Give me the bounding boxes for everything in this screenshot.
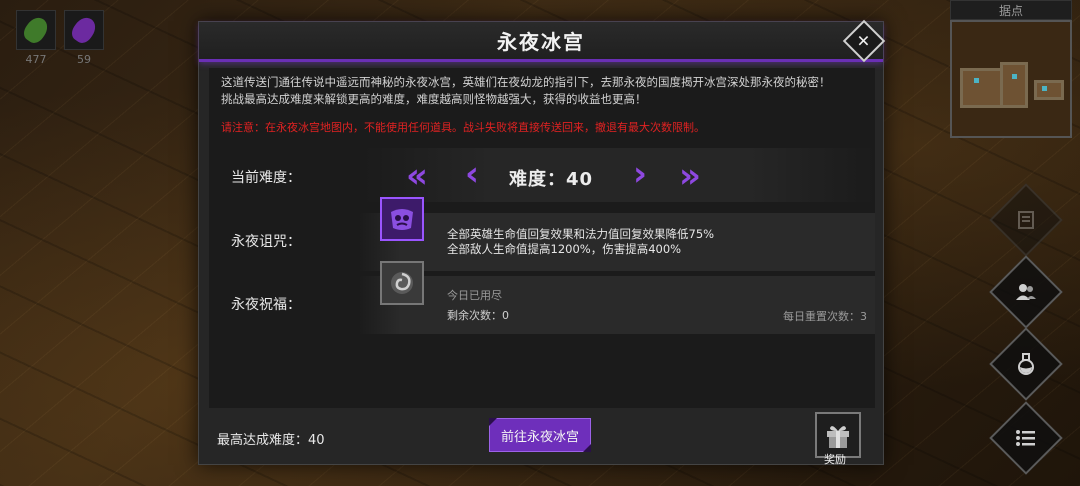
difficulty-last-button[interactable]: » — [679, 156, 701, 196]
warning-text: 请注意：在永夜冰宫地图内，不能使用任何道具。战斗失败将直接传送回来，撤退有最大次… — [221, 121, 705, 134]
close-icon: ✕ — [857, 31, 871, 51]
purple-feather-icon — [64, 10, 104, 50]
minimap-title: 据点 — [950, 0, 1072, 20]
curse-skull-icon[interactable] — [380, 197, 424, 241]
description-line: 挑战最高达成难度来解锁更高的难度，难度越高则怪物越强大，获得的收益也更高！ — [221, 92, 647, 106]
blessing-status: 今日已用尽 — [447, 289, 502, 302]
minimap-panel[interactable]: 据点 — [950, 0, 1072, 138]
gift-icon — [827, 426, 849, 448]
description-line: 这道传送门通往传说中遥远而神秘的永夜冰宫，英雄们在夜幼龙的指引下，去那永夜的国度… — [221, 75, 831, 89]
scroll-icon — [1018, 211, 1034, 229]
difficulty-selector — [363, 148, 875, 202]
resource-slot-purple[interactable]: 59 — [62, 10, 106, 66]
blessing-remaining: 剩余次数：0 — [447, 309, 509, 322]
potion-icon — [1018, 353, 1034, 375]
difficulty-label: 当前难度： — [231, 170, 301, 186]
highest-difficulty-label: 最高达成难度：40 — [217, 433, 325, 448]
dialog-body: 这道传送门通往传说中遥远而神秘的永夜冰宫，英雄们在夜幼龙的指引下，去那永夜的国度… — [209, 68, 875, 408]
difficulty-next-button[interactable]: › — [633, 154, 647, 194]
curse-effects: 全部英雄生命值回复效果和法力值回复效果降低75% 全部敌人生命值提高1200%，… — [447, 227, 714, 257]
dialog-header: 永夜冰宫 — [199, 22, 883, 62]
blessing-swirl-icon[interactable] — [380, 261, 424, 305]
difficulty-first-button[interactable]: « — [406, 156, 428, 196]
list-icon — [1016, 430, 1035, 446]
resource-count: 59 — [77, 53, 91, 66]
daily-reset-count: 每日重置次数：3 — [783, 310, 867, 323]
minimap[interactable] — [950, 20, 1072, 138]
difficulty-value: 难度：40 — [509, 169, 594, 190]
reward-label: 奖励 — [824, 453, 846, 466]
enter-palace-button[interactable]: 前往永夜冰宫 — [489, 418, 591, 452]
green-gem-icon — [16, 10, 56, 50]
curse-effect-line: 全部敌人生命值提高1200%，伤害提高400% — [447, 242, 682, 256]
curse-label: 永夜诅咒： — [231, 234, 301, 250]
blessing-label: 永夜祝福： — [231, 297, 301, 313]
resource-count: 477 — [25, 53, 47, 66]
eternal-night-palace-dialog: 永夜冰宫 ✕ 这道传送门通往传说中遥远而神秘的永夜冰宫，英雄们在夜幼龙的指引下，… — [198, 19, 886, 466]
blessing-row — [359, 276, 875, 334]
people-icon — [1016, 284, 1036, 300]
resource-slot-green[interactable]: 477 — [14, 10, 58, 66]
difficulty-prev-button[interactable]: ‹ — [465, 154, 479, 194]
curse-effect-line: 全部英雄生命值回复效果和法力值回复效果降低75% — [447, 227, 715, 241]
dialog-title: 永夜冰宫 — [497, 30, 585, 54]
description: 这道传送门通往传说中遥远而神秘的永夜冰宫，英雄们在夜幼龙的指引下，去那永夜的国度… — [221, 74, 871, 108]
